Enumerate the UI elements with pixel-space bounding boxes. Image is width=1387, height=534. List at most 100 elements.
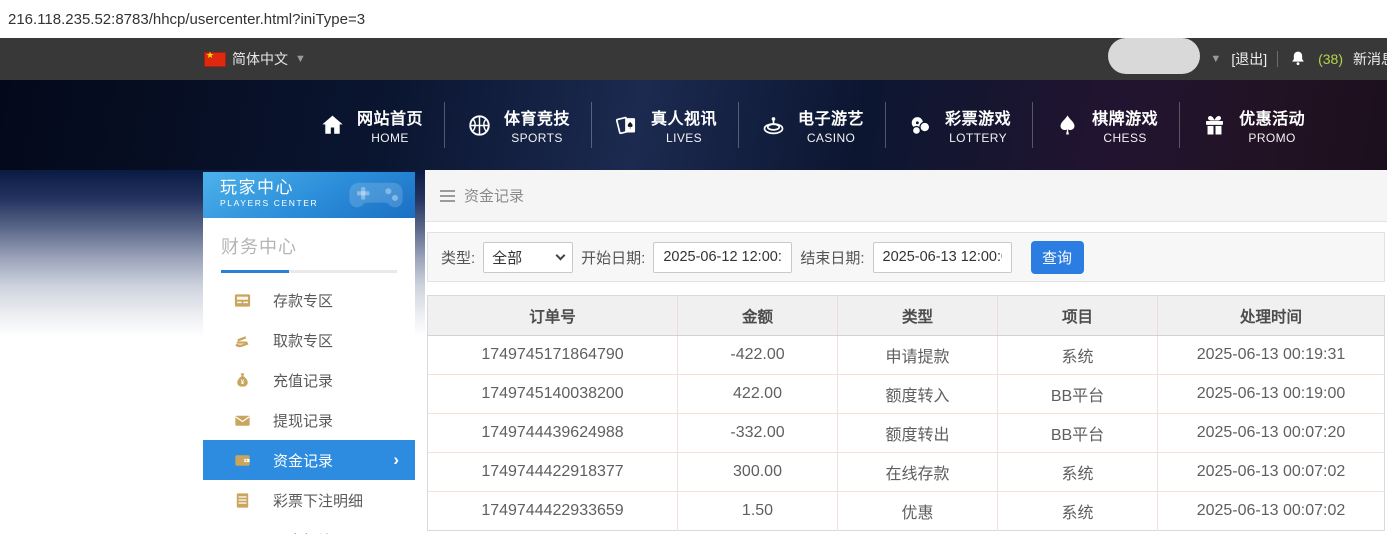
sidebar-menu: 存款专区 取款专区 ¥ 充值记录 提现记录 资金记录 › 彩票下注明细 — [203, 280, 415, 534]
nav-item-chess[interactable]: 棋牌游戏 CHESS — [1033, 105, 1179, 145]
message-count[interactable]: (38) — [1318, 51, 1343, 67]
finance-center-section: 财务中心 — [203, 218, 415, 273]
nav-label-en: CHESS — [1103, 131, 1147, 145]
end-date-input[interactable] — [872, 241, 1012, 273]
time-cell: 2025-06-13 00:07:20 — [1157, 413, 1385, 453]
type-select-value: 全部 — [492, 249, 523, 267]
nav-item-promo[interactable]: 优惠活动 PROMO — [1180, 105, 1326, 145]
language-selector[interactable]: ★ 简体中文 ▼ — [205, 49, 306, 69]
china-flag-icon: ★ — [205, 50, 225, 66]
amount-cell: -332.00 — [677, 413, 838, 453]
order-id-cell: 1749745140038200 — [427, 374, 678, 414]
chevron-right-icon: › — [393, 450, 399, 469]
order-id-cell: 1749745171864790 — [427, 335, 678, 375]
cards-icon — [616, 116, 636, 134]
sidebar-item-label: 充值记录 — [273, 372, 334, 390]
nav-label-zh: 彩票游戏 — [945, 111, 1012, 128]
finance-center-heading: 财务中心 — [221, 237, 297, 257]
language-label: 简体中文 — [232, 51, 288, 67]
nav-label-zh: 电子游艺 — [798, 111, 865, 128]
nav-item-home[interactable]: 网站首页 HOME — [298, 105, 444, 145]
chevron-down-icon — [555, 250, 566, 260]
amount-cell: 1.50 — [677, 491, 838, 531]
column-header-order-id: 订单号 — [427, 295, 678, 336]
sidebar-item-label: 厅室投注记录 — [273, 530, 363, 534]
nav-label-zh: 体育竞技 — [504, 111, 571, 128]
nav-label-en: CASINO — [806, 131, 856, 145]
main-nav: 网站首页 HOME 体育竞技 SPORTS 真人视讯 LIVES 电子游艺 CASINO… — [0, 80, 1387, 170]
top-bar: ★ 简体中文 ▼ ▼ [退出] (38) 新消息 — [0, 38, 1387, 80]
sidebar-header: 玩家中心 PLAYERS CENTER — [203, 172, 415, 218]
column-header-amount: 金额 — [677, 295, 838, 336]
table-row: 1749744439624988 -332.00 额度转出 BB平台 2025-… — [427, 413, 1385, 453]
column-header-type: 类型 — [837, 295, 998, 336]
nav-label-zh: 优惠活动 — [1239, 111, 1306, 128]
start-date-label: 开始日期: — [581, 249, 646, 267]
column-header-project: 项目 — [997, 295, 1158, 336]
page-title: 资金记录 — [464, 188, 525, 205]
gift-icon — [1206, 115, 1224, 134]
sidebar-item-deposit-zone[interactable]: 存款专区 — [203, 280, 415, 320]
column-header-time: 处理时间 — [1157, 295, 1385, 336]
type-cell: 额度转出 — [837, 413, 998, 453]
nav-label-zh: 真人视讯 — [651, 111, 718, 128]
nav-item-lives[interactable]: 真人视讯 LIVES — [592, 105, 738, 145]
amount-cell: -422.00 — [677, 335, 838, 375]
nav-item-casino[interactable]: 电子游艺 CASINO — [739, 105, 885, 145]
amount-cell: 300.00 — [677, 452, 838, 492]
sidebar-item-withdrawal-records[interactable]: 提现记录 — [203, 400, 415, 440]
nav-label-en: HOME — [371, 131, 409, 145]
time-cell: 2025-06-13 00:19:00 — [1157, 374, 1385, 414]
sidebar-item-recharge-records[interactable]: ¥ 充值记录 — [203, 360, 415, 400]
deposit-terminal-icon — [234, 293, 251, 307]
sidebar: 玩家中心 PLAYERS CENTER 财务中心 存款专区 取款专区 ¥ 充值记… — [203, 172, 415, 534]
order-id-cell: 1749744422918377 — [427, 452, 678, 492]
table-header-row: 订单号 金额 类型 项目 处理时间 — [427, 295, 1385, 336]
search-button[interactable]: 查询 — [1030, 240, 1084, 274]
sidebar-item-funds-records[interactable]: 资金记录 › — [203, 440, 415, 480]
project-cell: BB平台 — [997, 413, 1158, 453]
username-blurred[interactable] — [1108, 38, 1201, 74]
main-area: 玩家中心 PLAYERS CENTER 财务中心 存款专区 取款专区 ¥ 充值记… — [0, 170, 1387, 534]
bell-icon[interactable] — [1288, 49, 1308, 69]
nav-item-lottery[interactable]: 彩票游戏 LOTTERY — [886, 105, 1032, 145]
roulette-icon — [763, 116, 784, 134]
type-cell: 优惠 — [837, 491, 998, 531]
caret-down-icon[interactable]: ▼ — [1210, 53, 1221, 65]
breadcrumb: 资金记录 — [425, 170, 1387, 222]
document-icon — [236, 492, 249, 508]
withdraw-hand-icon — [235, 335, 249, 347]
type-select[interactable]: 全部 — [483, 241, 574, 273]
envelope-icon — [235, 415, 250, 426]
logout-button[interactable]: [退出] — [1231, 49, 1267, 69]
lottery-balls-icon — [911, 116, 931, 135]
type-label: 类型: — [441, 249, 476, 267]
browser-url-bar[interactable]: 216.118.235.52:8783/hhcp/usercenter.html… — [0, 0, 1387, 38]
content-area: 资金记录 类型: 全部 开始日期: 结束日期: 查询 订单号 金额 类型 项目 — [425, 170, 1387, 534]
project-cell: 系统 — [997, 452, 1158, 492]
sidebar-item-lottery-bet-details[interactable]: 彩票下注明细 — [203, 480, 415, 520]
end-date-label: 结束日期: — [800, 249, 865, 267]
moneybag-icon: ¥ — [237, 372, 248, 387]
menu-icon — [440, 189, 455, 202]
sidebar-item-label: 取款专区 — [273, 332, 334, 350]
page-url: 216.118.235.52:8783/hhcp/usercenter.html… — [8, 10, 366, 28]
sidebar-item-label: 彩票下注明细 — [273, 492, 364, 510]
table-row: 1749745140038200 422.00 额度转入 BB平台 2025-0… — [427, 374, 1385, 414]
sidebar-item-label: 存款专区 — [273, 292, 334, 310]
table-row: 1749745171864790 -422.00 申请提款 系统 2025-06… — [427, 335, 1385, 375]
message-label[interactable]: 新消息 — [1353, 49, 1387, 69]
sidebar-item-withdraw-zone[interactable]: 取款专区 — [203, 320, 415, 360]
nav-label-zh: 棋牌游戏 — [1092, 111, 1159, 128]
sidebar-item-room-bet-records[interactable]: 厅室投注记录 — [203, 520, 415, 534]
home-icon — [322, 115, 343, 134]
sidebar-item-label: 提现记录 — [273, 412, 334, 430]
nav-item-sports[interactable]: 体育竞技 SPORTS — [445, 105, 591, 145]
svg-text:¥: ¥ — [241, 379, 245, 386]
nav-label-en: PROMO — [1248, 131, 1296, 145]
spade-icon — [1060, 114, 1075, 134]
nav-label-zh: 网站首页 — [357, 111, 424, 128]
gamepad-icon — [349, 182, 403, 208]
sidebar-item-label: 资金记录 — [273, 452, 334, 470]
start-date-input[interactable] — [653, 241, 793, 273]
